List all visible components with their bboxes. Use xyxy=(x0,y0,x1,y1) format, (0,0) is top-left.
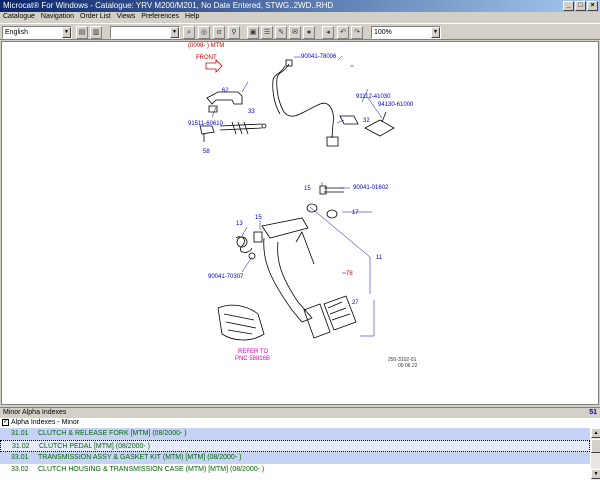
part-label-78[interactable]: 78 xyxy=(346,271,353,278)
toolbar: English ▼ ▤ ▥ ▼ ⌕ ◎ α ⚲ ▣ ☰ ✎ ✉ ● ◂ ↶ ↷ … xyxy=(0,23,600,40)
binoculars-icon[interactable]: ⚲ xyxy=(228,26,240,39)
list-item-code: 33.02 xyxy=(11,466,29,473)
list-item-code: 33.01 xyxy=(11,454,29,461)
application-window: Microcat® For Windows - Catalogue: YRV M… xyxy=(0,0,600,480)
search-icon[interactable]: ◎ xyxy=(198,26,210,39)
part-label-90041-78006[interactable]: 90041-78006 xyxy=(301,54,336,61)
list-item[interactable]: 31.01 CLUTCH & RELEASE FORK [MTM] (08/20… xyxy=(0,428,590,440)
illustration-canvas[interactable]: (0008- ) MTM FRONT 90041-78006 62 33 915… xyxy=(1,41,599,405)
language-value: English xyxy=(5,29,28,36)
part-label-32[interactable]: 32 xyxy=(363,118,370,125)
panel-count: 51 xyxy=(589,409,597,416)
chevron-down-icon[interactable]: ▼ xyxy=(62,27,71,38)
menu-bar: Catalogue Navigation Order List Views Pr… xyxy=(0,12,600,22)
part-label-27[interactable]: 27 xyxy=(352,300,359,307)
title-bar[interactable]: Microcat® For Windows - Catalogue: YRV M… xyxy=(0,0,600,12)
find-icon[interactable]: ⌕ xyxy=(183,26,195,39)
alpha-index-icon[interactable]: α xyxy=(213,26,225,39)
part-label-90041-01602[interactable]: 90041-01602 xyxy=(353,185,388,192)
part-label-15-lower[interactable]: 15 xyxy=(255,215,262,222)
list-scrollbar[interactable]: ▲ ▼ xyxy=(590,428,600,480)
menu-order-list[interactable]: Order List xyxy=(77,12,114,22)
front-label: FRONT xyxy=(196,55,217,61)
list-item[interactable]: 33.02 CLUTCH HOUSING & TRANSMISSION CASE… xyxy=(0,464,590,476)
checkbox-icon[interactable]: ✓ xyxy=(2,418,9,426)
zoom-select[interactable]: 100% ▼ xyxy=(371,26,441,39)
part-label-11[interactable]: 11 xyxy=(376,255,382,262)
part-label-90041-70307[interactable]: 90041-70307 xyxy=(208,274,243,281)
illustration-date: 00 06 22 xyxy=(398,363,418,369)
menu-views[interactable]: Views xyxy=(114,12,139,22)
part-label-94130-61000[interactable]: 94130-61000 xyxy=(378,102,413,109)
list-item-selected[interactable]: 31.02 CLUTCH PEDAL [MTM] (08/2000- ) xyxy=(0,440,590,452)
print-preview-icon[interactable]: ▥ xyxy=(90,26,102,39)
order-icon[interactable]: ✉ xyxy=(289,26,301,39)
part-label-91511-60610[interactable]: 91511-60610 xyxy=(188,121,223,128)
subheader-label: Alpha Indexes - Minor xyxy=(11,419,80,426)
parts-illustration xyxy=(199,55,395,341)
part-label-17[interactable]: 17 xyxy=(352,210,359,217)
list-item-code: 31.01 xyxy=(11,430,29,437)
part-search-select[interactable]: ▼ xyxy=(110,26,180,39)
illustration-header-code: (0008- ) MTM xyxy=(188,43,225,49)
menu-navigation[interactable]: Navigation xyxy=(38,12,77,22)
window-title: Microcat® For Windows - Catalogue: YRV M… xyxy=(3,1,334,10)
scroll-down-icon[interactable]: ▼ xyxy=(591,469,600,479)
refer-to-label[interactable]: REFER TO xyxy=(238,349,268,356)
part-label-58[interactable]: 58 xyxy=(203,149,210,156)
part-label-15-upper[interactable]: 15 xyxy=(304,186,311,193)
minor-alpha-indexes-header: Minor Alpha Indexes 51 xyxy=(0,407,600,418)
scroll-up-icon[interactable]: ▲ xyxy=(591,428,600,438)
parts-list-icon[interactable]: ☰ xyxy=(261,26,273,39)
language-select[interactable]: English ▼ xyxy=(2,26,72,39)
refer-to-pnc-label[interactable]: PNC 58816B xyxy=(235,356,270,363)
list-item[interactable]: 33.01 TRANSMISSION ASSY & GASKET KIT (MT… xyxy=(0,452,590,464)
previous-page-icon[interactable]: ◂ xyxy=(322,26,334,39)
panel-title: Minor Alpha Indexes xyxy=(3,409,67,416)
list-item-text: CLUTCH HOUSING & TRANSMISSION CASE (MTM)… xyxy=(38,466,265,473)
minimize-button[interactable]: _ xyxy=(563,1,574,11)
menu-catalogue[interactable]: Catalogue xyxy=(0,12,38,22)
print-icon[interactable]: ▤ xyxy=(76,26,88,39)
stop-icon[interactable]: ● xyxy=(303,26,315,39)
part-label-62[interactable]: 62 xyxy=(222,88,229,95)
list-item-text: CLUTCH & RELEASE FORK [MTM] (08/2000- ) xyxy=(38,430,187,437)
maximize-button[interactable]: □ xyxy=(575,1,586,11)
part-label-33[interactable]: 33 xyxy=(248,109,255,116)
list-item-text: TRANSMISSION ASSY & GASKET KIT (MTM) [MT… xyxy=(38,454,242,461)
zoom-value: 100% xyxy=(374,29,392,36)
menu-preferences[interactable]: Preferences xyxy=(138,12,182,22)
part-label-13[interactable]: 13 xyxy=(236,221,243,228)
chevron-down-icon[interactable]: ▼ xyxy=(170,27,179,38)
alpha-indexes-subheader[interactable]: ✓ Alpha Indexes - Minor xyxy=(0,418,600,428)
redo-icon[interactable]: ↷ xyxy=(351,26,363,39)
scroll-thumb[interactable] xyxy=(591,439,600,453)
close-button[interactable]: × xyxy=(587,1,598,11)
notes-icon[interactable]: ✎ xyxy=(275,26,287,39)
illustration-icon[interactable]: ▣ xyxy=(247,26,259,39)
part-label-91112-41030[interactable]: 91112-41030 xyxy=(356,94,390,101)
undo-icon[interactable]: ↶ xyxy=(337,26,349,39)
chevron-down-icon[interactable]: ▼ xyxy=(431,27,440,38)
menu-help[interactable]: Help xyxy=(182,12,202,22)
alpha-index-list[interactable]: 31.01 CLUTCH & RELEASE FORK [MTM] (08/20… xyxy=(0,428,590,480)
